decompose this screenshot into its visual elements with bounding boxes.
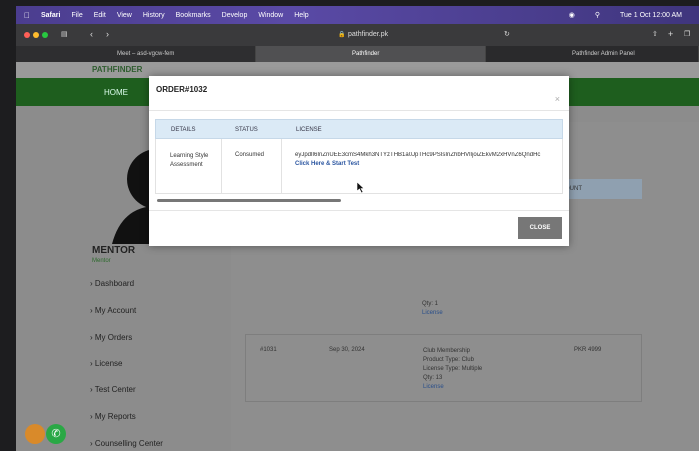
mouse-cursor-icon	[356, 180, 365, 198]
back-icon[interactable]: ‹	[90, 29, 93, 39]
menu-help[interactable]: Help	[294, 12, 308, 19]
tab-meet-label: Meet – asd-vgcw-fem	[117, 51, 175, 57]
sidebar-label: My Orders	[94, 333, 133, 342]
tab-pathfinder-label: Pathfinder	[352, 51, 380, 57]
chat-bubble-icon[interactable]	[25, 424, 45, 444]
tab-meet[interactable]: Meet – asd-vgcw-fem	[16, 46, 256, 62]
order-id: #1031	[260, 347, 277, 353]
reload-icon[interactable]: ↻	[504, 30, 510, 38]
site-logo[interactable]: PATHFINDER	[92, 65, 142, 74]
modal-title: ORDER#1032	[156, 85, 208, 94]
detail-line: Club Membership	[423, 348, 471, 354]
detail-line: Product Type: Club	[423, 357, 474, 363]
cell-details: Learning Style Assessment	[170, 153, 209, 168]
profile-role: Mentor	[92, 258, 111, 264]
search-icon[interactable]: ⚲	[595, 11, 600, 19]
sidebar-label: My Reports	[94, 412, 136, 421]
order-modal: ORDER#1032 × DETAILS STATUS LICENSE Lear…	[149, 76, 569, 246]
license-table-header: DETAILS STATUS LICENSE	[155, 119, 563, 139]
menu-develop[interactable]: Develop	[222, 12, 248, 19]
modal-header-divider	[149, 110, 569, 111]
new-tab-icon[interactable]: +	[668, 29, 673, 39]
license-link[interactable]: License	[422, 309, 443, 318]
tab-admin-panel-label: Pathfinder Admin Panel	[572, 51, 635, 57]
sidebar-label: License	[94, 359, 123, 368]
orders-amount-header: OUNT	[559, 179, 642, 199]
clock[interactable]: Tue 1 Oct 12:00 AM	[620, 12, 682, 19]
qty-text: Qty: 1	[422, 301, 439, 307]
vline	[221, 139, 222, 193]
detail-line: License Type: Multiple	[423, 366, 483, 372]
macos-menubar:  Safari File Edit View History Bookmark…	[16, 6, 699, 24]
tab-overview-icon[interactable]: ❐	[684, 30, 690, 38]
sidebar-icon[interactable]: ▤	[61, 30, 68, 38]
menu-bookmarks[interactable]: Bookmarks	[176, 12, 211, 19]
close-icon[interactable]: ×	[555, 94, 560, 104]
profile-name: MENTOR	[92, 245, 136, 256]
tab-pathfinder[interactable]: Pathfinder	[256, 46, 486, 62]
sidebar-item-license[interactable]: › License	[90, 359, 122, 368]
share-icon[interactable]: ⇧	[652, 30, 658, 38]
sidebar-label: Test Center	[94, 385, 136, 394]
modal-footer-divider	[149, 210, 569, 211]
close-button[interactable]: CLOSE	[518, 217, 562, 239]
license-key: eyJpdlI6InZnUEE3cmS4Mkh3NTYzTHB1a0JpTHc9…	[295, 152, 541, 158]
apple-icon[interactable]: 	[24, 11, 30, 20]
lock-icon: 🔒	[338, 32, 346, 38]
order-amount: PKR 4999	[574, 347, 602, 353]
minimize-window-icon[interactable]	[33, 32, 39, 38]
browser-toolbar: ▤ ‹ › 🔒 pathfinder.pk ↻ ⇧ + ❐	[16, 24, 699, 46]
wifi-icon[interactable]: ◉	[569, 11, 575, 19]
vline	[281, 139, 282, 193]
col-license: LICENSE	[296, 127, 322, 133]
menu-edit[interactable]: Edit	[94, 12, 106, 19]
cell-status: Consumed	[235, 152, 265, 158]
sidebar-item-counselling-center[interactable]: › Counselling Center	[90, 439, 163, 448]
sidebar-label: Counselling Center	[94, 439, 163, 448]
address-bar[interactable]: pathfinder.pk	[348, 31, 388, 38]
forward-icon[interactable]: ›	[106, 29, 109, 39]
menu-history[interactable]: History	[143, 12, 165, 19]
sidebar-label: My Account	[94, 306, 137, 315]
menu-view[interactable]: View	[117, 12, 132, 19]
detail-line: Qty: 13	[423, 375, 443, 381]
license-link[interactable]: License	[423, 383, 482, 392]
col-details: DETAILS	[171, 127, 196, 133]
col-status: STATUS	[235, 127, 258, 133]
sidebar-label: Dashboard	[94, 279, 135, 288]
tab-admin-panel[interactable]: Pathfinder Admin Panel	[486, 46, 699, 62]
sidebar-item-my-account[interactable]: › My Account	[90, 306, 136, 315]
sidebar-item-dashboard[interactable]: › Dashboard	[90, 279, 134, 288]
close-window-icon[interactable]	[24, 32, 30, 38]
sidebar-item-my-reports[interactable]: › My Reports	[90, 412, 136, 421]
order-row-1032-tail: Qty: 1 License	[422, 300, 443, 318]
sidebar-item-my-orders[interactable]: › My Orders	[90, 333, 132, 342]
nav-home[interactable]: HOME	[104, 88, 128, 97]
tab-bar: Meet – asd-vgcw-fem Pathfinder Pathfinde…	[16, 46, 699, 62]
start-test-link[interactable]: Click Here & Start Test	[295, 161, 359, 167]
menu-file[interactable]: File	[71, 12, 82, 19]
horizontal-scrollbar[interactable]	[157, 199, 341, 202]
order-date: Sep 30, 2024	[329, 347, 365, 353]
zoom-window-icon[interactable]	[42, 32, 48, 38]
sidebar-item-test-center[interactable]: › Test Center	[90, 385, 136, 394]
table-row: #1031 Sep 30, 2024 Club Membership Produ…	[245, 334, 642, 402]
whatsapp-icon[interactable]: ✆	[46, 424, 66, 444]
menu-app-name[interactable]: Safari	[41, 12, 60, 19]
menu-window[interactable]: Window	[258, 12, 283, 19]
order-details: Club Membership Product Type: Club Licen…	[423, 347, 482, 392]
